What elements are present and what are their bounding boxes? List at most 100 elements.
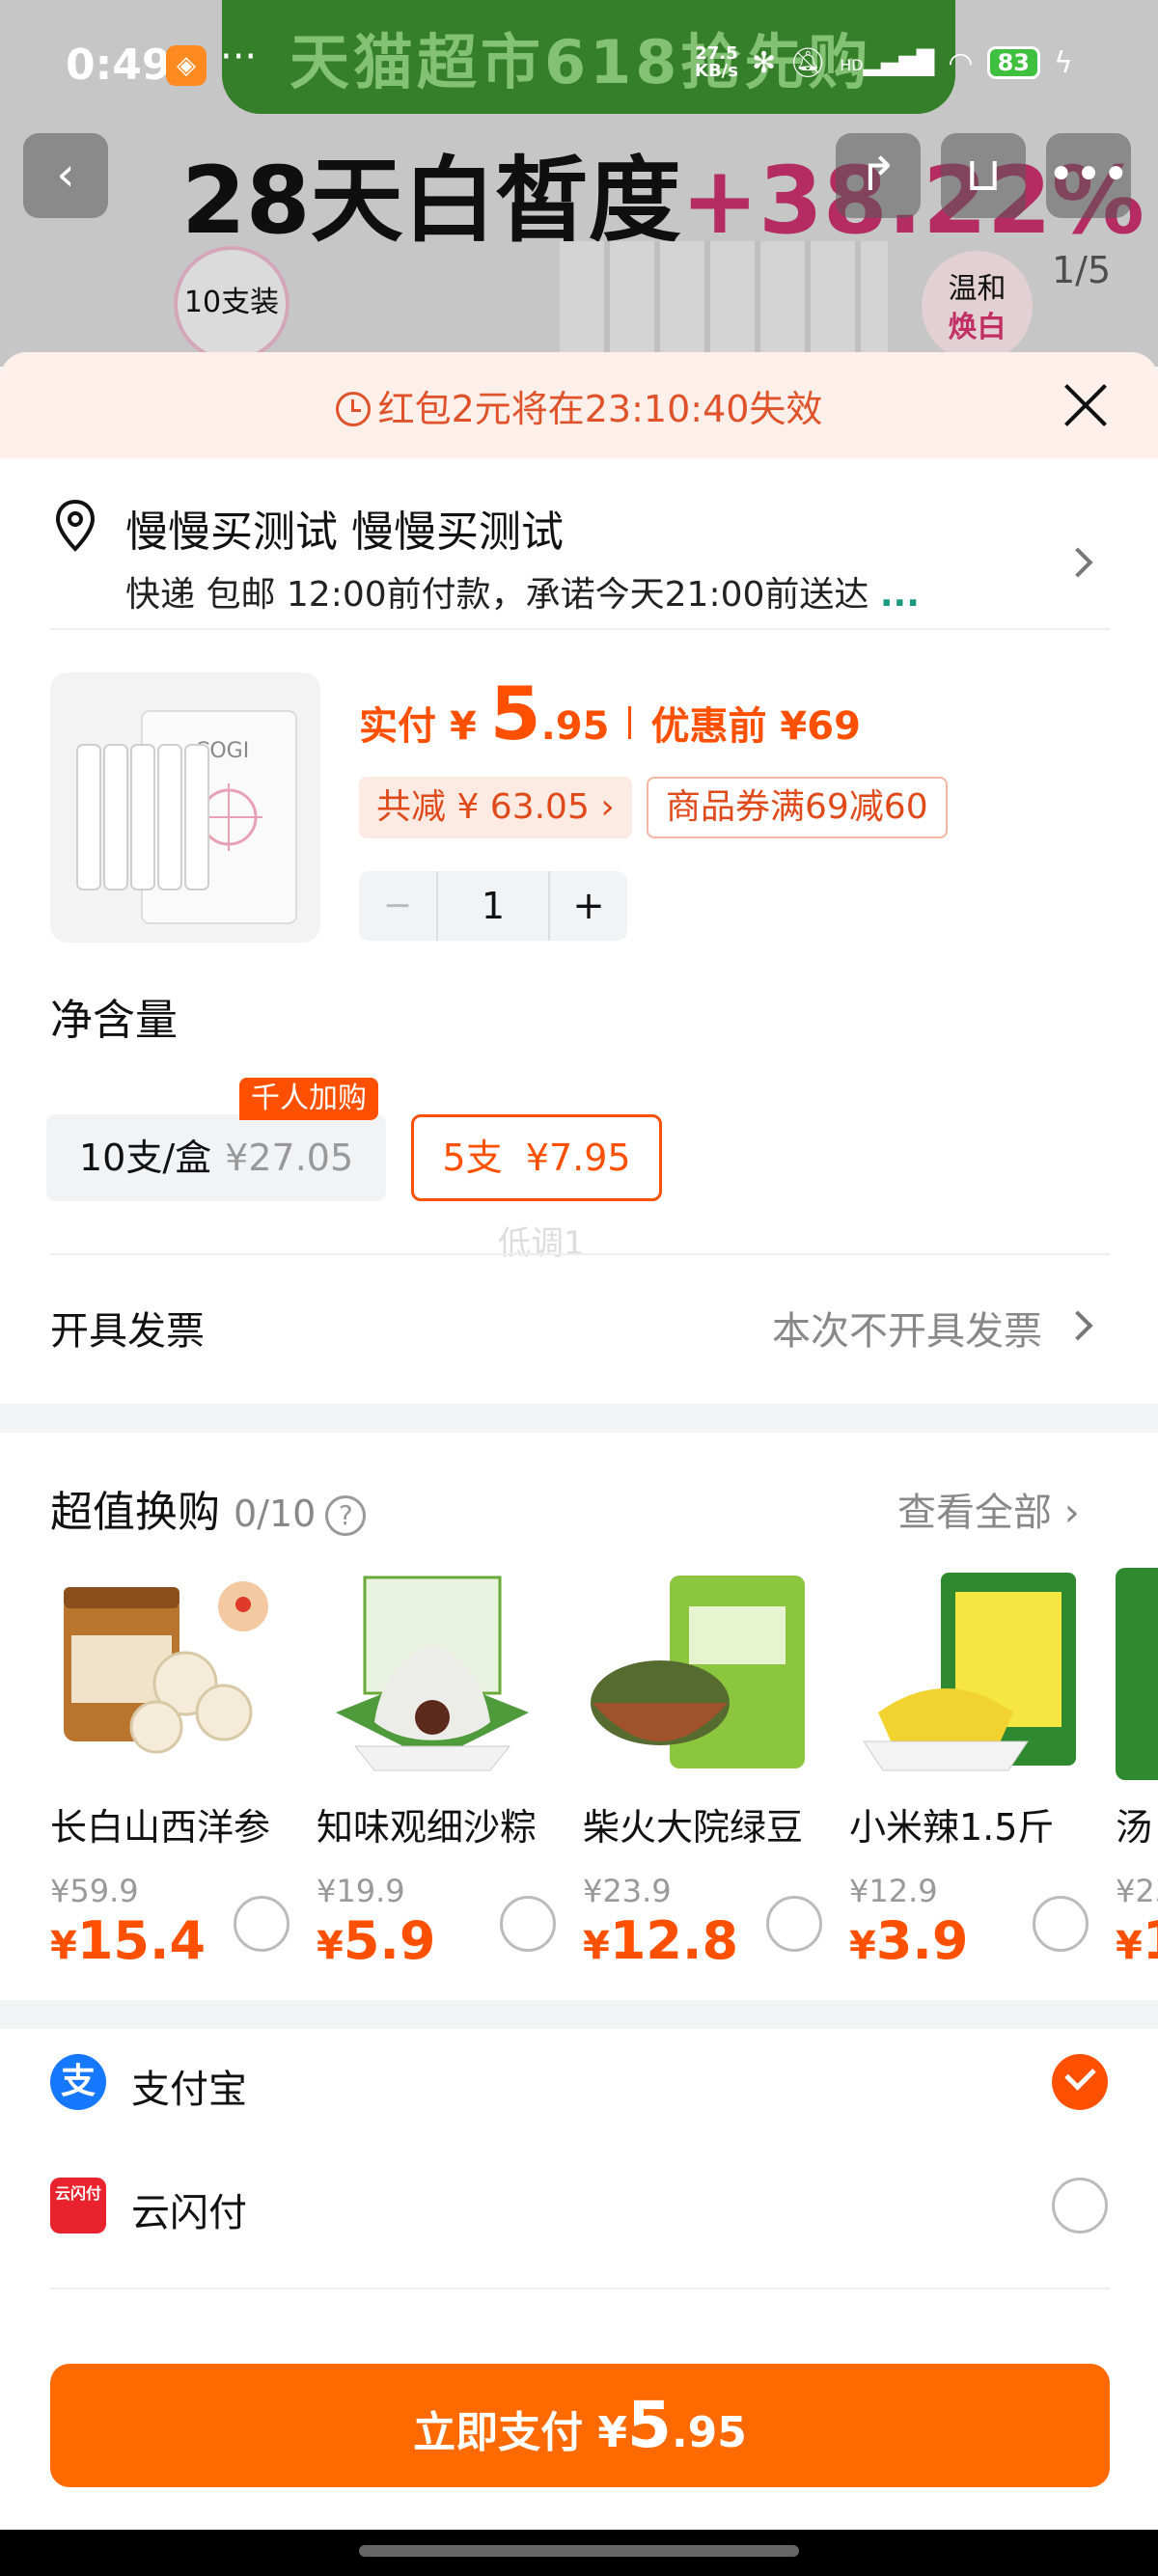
alipay-icon: 支 — [50, 2054, 106, 2110]
faded-label: 低调1 — [498, 1224, 585, 1263]
price-value: 15.4 — [76, 1910, 207, 1971]
back-button[interactable]: ‹ — [23, 133, 108, 218]
price-decimal: .95 — [540, 704, 610, 749]
cart-button[interactable]: ⊔ — [941, 133, 1026, 218]
exchange-item-image — [849, 1568, 1081, 1780]
chevron-right-icon — [1062, 1310, 1093, 1341]
coupon-tag: 商品券满69减60 — [647, 777, 948, 838]
payment-radio[interactable] — [1052, 2178, 1108, 2233]
payment-method-label: 支付宝 — [131, 2068, 247, 2112]
exchange-item-name: 小米辣1.5斤 — [849, 1806, 1055, 1849]
view-all-text: 查看全部 — [897, 1491, 1052, 1535]
charging-icon: ϟ — [1053, 45, 1073, 80]
exchange-title: 超值换购 — [50, 1488, 220, 1537]
exchange-item-radio[interactable] — [500, 1896, 556, 1952]
invoice-row[interactable]: 开具发票 本次不开具发票 — [0, 1259, 1158, 1394]
spec-option-10pcs[interactable]: 10支/盒 ¥27.05 — [46, 1114, 386, 1201]
exchange-item[interactable]: 知味观细沙粽 ¥19.9 ¥5.9 — [317, 1568, 577, 1983]
spec-option-price: ¥7.95 — [525, 1137, 631, 1179]
pay-button-amount-integer: 5 — [627, 2388, 672, 2462]
chevron-right-icon: › — [600, 787, 615, 827]
currency-symbol: ¥ — [449, 704, 477, 749]
pay-button-label: 立即支付 — [413, 2408, 584, 2457]
pickled-pepper-drawing — [849, 1568, 1081, 1780]
signal-icon: HD▂▄▆█ — [840, 49, 935, 76]
payment-section: 支 支付宝 云闪付 云闪付 — [0, 2029, 1158, 2576]
view-all-link[interactable]: 查看全部 › — [897, 1481, 1080, 1537]
spec-option-price: ¥27.05 — [225, 1137, 354, 1179]
exchange-item-original-price: ¥59.9 — [50, 1873, 139, 1909]
exchange-title-row: 超值换购 0/10? — [50, 1477, 367, 1539]
exchange-item-image — [583, 1568, 814, 1780]
exchange-section: 超值换购 0/10? 查看全部 › 长白山西洋参 ¥59.9 ¥15.4 知味观… — [0, 1433, 1158, 2000]
increase-button[interactable]: + — [550, 871, 627, 941]
exchange-item-name: 长白山西洋参 — [50, 1806, 271, 1849]
wifi-icon: ◠ — [948, 45, 974, 80]
help-icon[interactable]: ? — [325, 1495, 367, 1536]
product-thumbnail-drawing: COGI — [76, 710, 297, 924]
exchange-item-name: 知味观细沙粽 — [317, 1806, 538, 1849]
total-discount-tag[interactable]: 共减 ¥ 63.05 › — [359, 777, 632, 838]
delivery-more: ... — [879, 575, 920, 615]
zongzi-drawing — [317, 1568, 548, 1780]
exchange-count: 0/10 — [234, 1493, 317, 1535]
exchange-item-original-price: ¥12.9 — [849, 1873, 938, 1909]
exchange-item-radio[interactable] — [766, 1896, 822, 1952]
network-type-label: HD — [840, 56, 864, 74]
unionpay-icon: 云闪付 — [50, 2178, 106, 2233]
product-image: COGI — [50, 672, 320, 943]
price-integer: 5 — [489, 671, 541, 756]
price-currency: ¥ — [849, 1924, 876, 1968]
exchange-item-image — [50, 1568, 282, 1780]
exchange-item-price: ¥3.9 — [849, 1910, 969, 1971]
price-value: 1 — [1143, 1910, 1158, 1971]
exchange-item[interactable]: 汤 ¥23 ¥1 — [1116, 1568, 1158, 1983]
close-button[interactable] — [1062, 381, 1110, 429]
notice-text: 红包2元将在23:10:40失效 — [377, 388, 823, 430]
home-indicator[interactable] — [359, 2545, 799, 2557]
pay-now-button[interactable]: 立即支付 ¥5.95 — [50, 2364, 1110, 2487]
chevron-right-icon — [1062, 547, 1093, 578]
mute-icon: 🔕︎ — [789, 45, 827, 80]
status-bar: 0:49 ◈ ··· 27.5 KB/s ✻ 🔕︎ HD▂▄▆█ ◠ 83 ϟ — [0, 0, 1158, 130]
divider — [50, 1253, 1110, 1255]
exchange-item-price: ¥1 — [1116, 1910, 1158, 1971]
payment-method-alipay[interactable]: 支 支付宝 — [0, 2029, 1158, 2135]
price-separator — [628, 706, 632, 739]
before-discount-label: 优惠前 — [650, 704, 767, 749]
network-speed-unit: KB/s — [695, 61, 738, 81]
exchange-item[interactable]: 长白山西洋参 ¥59.9 ¥15.4 — [50, 1568, 311, 1983]
exchange-item-original-price: ¥23.9 — [583, 1873, 672, 1909]
clock: 0:49 — [66, 41, 172, 90]
battery-icon: 83 — [986, 46, 1040, 79]
selected-check-icon[interactable] — [1052, 2054, 1108, 2110]
spec-option-5pcs[interactable]: 5支 ¥7.95 — [411, 1114, 662, 1201]
payment-method-unionpay[interactable]: 云闪付 云闪付 — [0, 2152, 1158, 2259]
location-pin-icon — [55, 499, 96, 552]
price-value: 12.8 — [609, 1910, 739, 1971]
exchange-item[interactable]: 小米辣1.5斤 ¥12.9 ¥3.9 — [849, 1568, 1110, 1983]
before-discount-price: ¥69 — [780, 704, 861, 749]
delivery-info: 快递 包邮 12:00前付款，承诺今天21:00前送达 ... — [125, 566, 920, 617]
pay-button-currency: ¥ — [597, 2408, 628, 2457]
exchange-item-original-price: ¥19.9 — [317, 1873, 405, 1909]
receiver-name: 慢慢买测试 慢慢买测试 — [125, 507, 564, 557]
decrease-button[interactable]: − — [359, 871, 436, 941]
exchange-item-radio[interactable] — [1033, 1896, 1089, 1952]
exchange-item[interactable]: 柴火大院绿豆 ¥23.9 ¥12.8 — [583, 1568, 843, 1983]
ginseng-jar-drawing — [50, 1568, 282, 1780]
price-value: 5.9 — [343, 1910, 436, 1971]
spec-title: 净含量 — [50, 996, 178, 1045]
exchange-item-image — [317, 1568, 548, 1780]
clock-icon — [335, 392, 371, 426]
quantity-value[interactable]: 1 — [436, 871, 550, 941]
exchange-item-radio[interactable] — [234, 1896, 290, 1952]
price-currency: ¥ — [1116, 1924, 1143, 1968]
payment-method-label: 云闪付 — [131, 2191, 247, 2235]
address-row[interactable]: 慢慢买测试 慢慢买测试 快递 包邮 12:00前付款，承诺今天21:00前送达 … — [0, 458, 1158, 622]
divider — [50, 2288, 1110, 2289]
status-icons: 27.5 KB/s ✻ 🔕︎ HD▂▄▆█ ◠ 83 ϟ — [695, 39, 1073, 87]
notice-text-row: 红包2元将在23:10:40失效 — [0, 379, 1158, 432]
share-button[interactable]: ↱ — [836, 133, 921, 218]
more-button[interactable]: ••• — [1046, 133, 1131, 218]
